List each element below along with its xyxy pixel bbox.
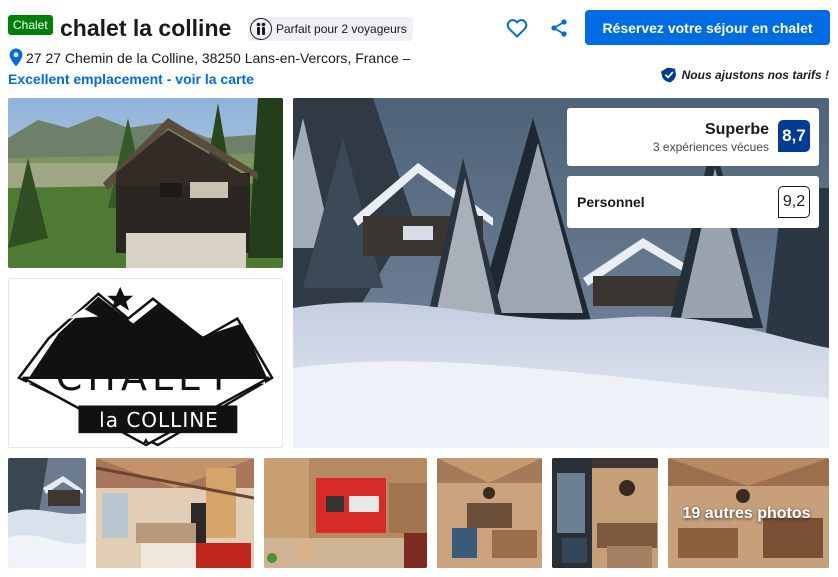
review-label: Superbe — [704, 121, 769, 138]
staff-label: Personnel — [577, 194, 645, 210]
staff-score-card[interactable]: Personnel 9,2 — [567, 176, 819, 228]
price-match-text: Nous ajustons nos tarifs ! — [681, 68, 829, 82]
thumbnail-photo[interactable] — [8, 458, 86, 568]
map-link[interactable]: Excellent emplacement - voir la carte — [8, 71, 254, 88]
property-type-badge: Chalet — [8, 15, 53, 35]
thumbnail-more-photos[interactable]: 19 autres photos — [668, 458, 829, 568]
reserve-button[interactable]: Réservez votre séjour en chalet — [585, 10, 830, 45]
logo-word-colline: la COLLINE — [99, 408, 219, 432]
thumbnail-photo[interactable] — [96, 458, 254, 568]
thumbnail-photo[interactable] — [264, 458, 427, 568]
staff-score-badge: 9,2 — [778, 186, 810, 218]
share-icon[interactable] — [549, 18, 569, 38]
thumbnail-photo[interactable] — [437, 458, 542, 568]
address-text: 27 27 Chemin de la Colline, 38250 Lans-e… — [26, 50, 411, 66]
heart-icon[interactable] — [505, 16, 529, 40]
more-photos-label: 19 autres photos — [682, 505, 811, 522]
thumbnail-photo[interactable] — [552, 458, 658, 568]
review-score-badge: 8,7 — [778, 120, 810, 152]
price-match-notice[interactable]: Nous ajustons nos tarifs ! — [660, 67, 829, 83]
guests-badge-label: Parfait pour 2 voyageurs — [276, 22, 407, 36]
page-title: chalet la colline — [60, 15, 232, 41]
two-people-icon — [250, 18, 272, 40]
logo-word-chalet: CHALET — [55, 355, 236, 399]
review-count: 3 expériences vécues — [652, 140, 769, 154]
guests-badge: Parfait pour 2 voyageurs — [248, 17, 413, 41]
map-pin-icon — [9, 48, 23, 67]
shield-check-icon — [660, 67, 677, 83]
review-score-card[interactable]: Superbe 3 expériences vécues 8,7 — [567, 108, 819, 166]
photo-chalet-summer[interactable] — [8, 98, 283, 268]
chalet-logo[interactable]: CHALET la COLLINE — [8, 278, 283, 448]
